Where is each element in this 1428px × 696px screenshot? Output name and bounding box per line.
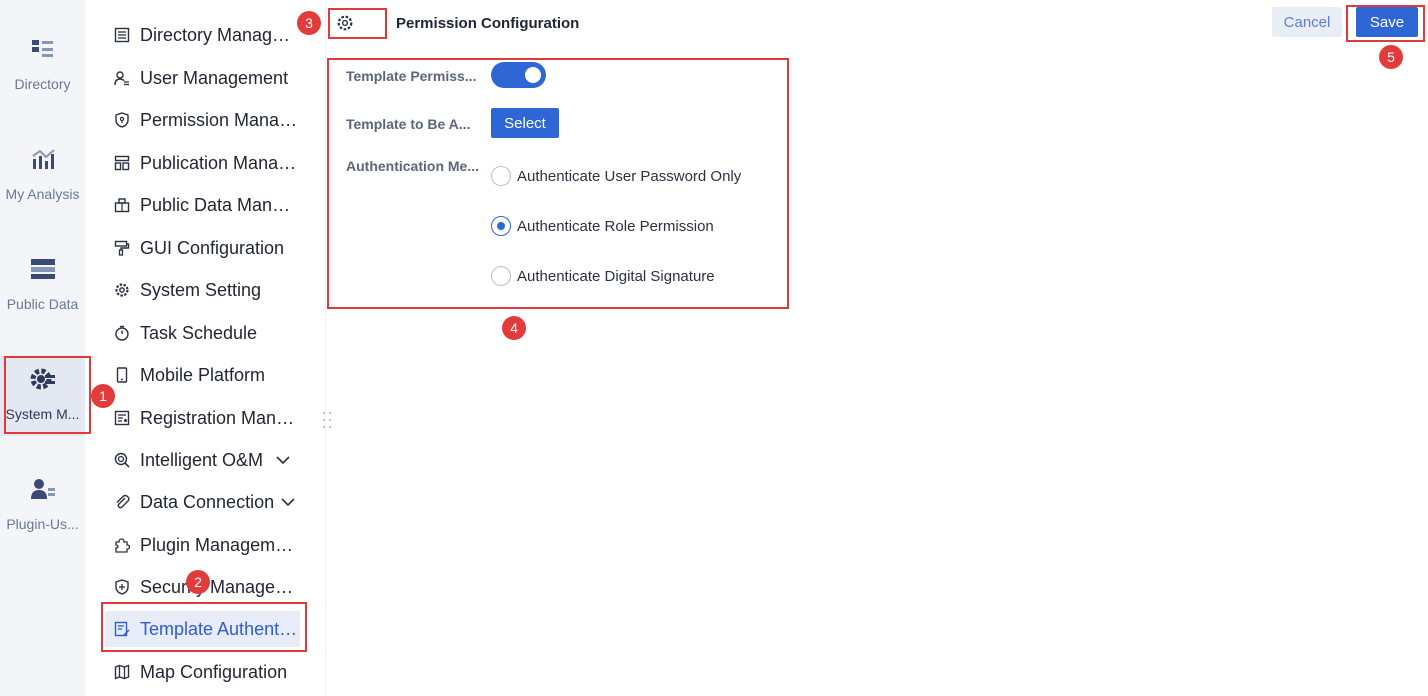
map-icon <box>113 663 131 681</box>
menu-item-label: Directory Management <box>140 24 300 45</box>
chevron-down-icon[interactable] <box>280 494 296 510</box>
plugin-user-icon <box>29 476 57 502</box>
annotation-badge: 3 <box>297 11 321 35</box>
radio-label: Authenticate User Password Only <box>517 167 742 185</box>
system-management-gear-icon <box>29 366 57 392</box>
menu-item-label: User Management <box>140 67 289 88</box>
radio-label: Authenticate Role Permission <box>517 217 714 235</box>
menu-item-directory-management[interactable]: Directory Management <box>105 17 300 53</box>
page-title: Permission Configuration <box>396 15 580 32</box>
rail-item-my-analysis[interactable]: My Analysis <box>0 136 85 216</box>
auth-option-user-password[interactable]: Authenticate User Password Only <box>491 165 741 187</box>
menu-item-map-configuration[interactable]: Map Configuration <box>105 654 300 690</box>
public-data-icon <box>29 256 57 282</box>
rail-item-directory[interactable]: Directory <box>0 26 85 106</box>
list-document-icon <box>113 26 131 44</box>
template-edit-icon <box>113 620 131 638</box>
rail-item-label: Plugin-Us... <box>6 516 79 532</box>
gear-icon <box>113 281 131 299</box>
gear-icon <box>337 15 353 31</box>
menu-item-label: Registration Management <box>140 407 300 428</box>
menu-item-label: Intelligent O&M <box>140 449 264 470</box>
menu-item-label: System Setting <box>140 279 262 300</box>
menu-item-intelligent-om[interactable]: Intelligent O&M <box>105 442 300 478</box>
system-management-menu: Directory Management User Management Per… <box>85 0 326 696</box>
rail-item-label: System M... <box>5 406 80 422</box>
menu-item-registration-management[interactable]: Registration Management <box>105 400 300 436</box>
app-window: Directory My Analysis Public Data System… <box>0 0 1428 696</box>
menu-item-label: Mobile Platform <box>140 364 266 385</box>
cancel-button[interactable]: Cancel <box>1272 7 1342 37</box>
primary-nav-rail: Directory My Analysis Public Data System… <box>0 0 85 696</box>
menu-item-label: Security Management <box>140 576 300 597</box>
stopwatch-icon <box>113 324 131 342</box>
menu-item-plugin-management[interactable]: Plugin Management <box>105 527 300 563</box>
authentication-method-label: Authentication Me... <box>346 158 479 174</box>
panel-resize-handle[interactable] <box>322 410 332 430</box>
menu-item-publication-management[interactable]: Publication Management <box>105 145 300 181</box>
auth-option-digital-signature[interactable]: Authenticate Digital Signature <box>491 265 715 287</box>
menu-item-template-authentication[interactable]: Template Authentication <box>105 611 300 647</box>
chevron-down-icon[interactable] <box>275 452 291 468</box>
user-list-icon <box>113 69 131 87</box>
mobile-phone-icon <box>113 366 131 384</box>
menu-item-task-schedule[interactable]: Task Schedule <box>105 315 300 351</box>
directory-icon <box>29 36 57 62</box>
auth-option-role-permission[interactable]: Authenticate Role Permission <box>491 215 714 237</box>
menu-item-label: Data Connection <box>140 491 275 512</box>
settings-button[interactable] <box>334 12 356 34</box>
menu-item-label: Permission Management <box>140 109 300 130</box>
rail-item-label: My Analysis <box>5 186 80 202</box>
template-to-be-authenticated-label: Template to Be A... <box>346 116 471 132</box>
menu-item-label: Public Data Management <box>140 194 300 215</box>
annotation-badge: 2 <box>186 570 210 594</box>
menu-item-mobile-platform[interactable]: Mobile Platform <box>105 357 300 393</box>
paint-roller-icon <box>113 239 131 257</box>
menu-item-label: Plugin Management <box>140 534 300 555</box>
intelligent-om-icon <box>113 451 131 469</box>
rail-item-public-data[interactable]: Public Data <box>0 246 85 326</box>
menu-item-public-data-management[interactable]: Public Data Management <box>105 187 300 223</box>
menu-item-data-connection[interactable]: Data Connection <box>105 484 300 520</box>
rail-item-label: Directory <box>14 76 71 92</box>
radio-button[interactable] <box>491 166 511 186</box>
rail-item-system-management[interactable]: System M... <box>0 356 85 436</box>
annotation-badge: 4 <box>502 316 526 340</box>
layout-icon <box>113 154 131 172</box>
template-permission-toggle[interactable] <box>491 62 546 88</box>
rail-item-plugin-user[interactable]: Plugin-Us... <box>0 466 85 546</box>
shield-plus-icon <box>113 578 131 596</box>
rail-item-label: Public Data <box>6 296 79 312</box>
annotation-badge: 5 <box>1379 45 1403 69</box>
menu-item-label: GUI Configuration <box>140 237 285 258</box>
menu-item-label: Task Schedule <box>140 322 258 343</box>
shield-icon <box>113 111 131 129</box>
annotation-badge: 1 <box>91 384 115 408</box>
menu-item-system-setting[interactable]: System Setting <box>105 272 300 308</box>
menu-item-label: Publication Management <box>140 152 300 173</box>
menu-item-label: Map Configuration <box>140 661 288 682</box>
select-template-button[interactable]: Select <box>491 108 559 138</box>
paperclip-link-icon <box>113 493 131 511</box>
puzzle-piece-icon <box>113 536 131 554</box>
toggle-knob <box>525 67 541 83</box>
menu-item-label: Template Authentication <box>140 618 300 639</box>
radio-label: Authenticate Digital Signature <box>517 267 715 285</box>
save-button[interactable]: Save <box>1356 7 1418 37</box>
analysis-chart-icon <box>29 146 57 172</box>
data-box-icon <box>113 196 131 214</box>
registration-form-icon <box>113 409 131 427</box>
radio-button[interactable] <box>491 266 511 286</box>
menu-item-user-management[interactable]: User Management <box>105 60 300 96</box>
menu-item-gui-configuration[interactable]: GUI Configuration <box>105 230 300 266</box>
menu-item-permission-management[interactable]: Permission Management <box>105 102 300 138</box>
radio-button-selected[interactable] <box>491 216 511 236</box>
template-permission-label: Template Permiss... <box>346 68 477 84</box>
